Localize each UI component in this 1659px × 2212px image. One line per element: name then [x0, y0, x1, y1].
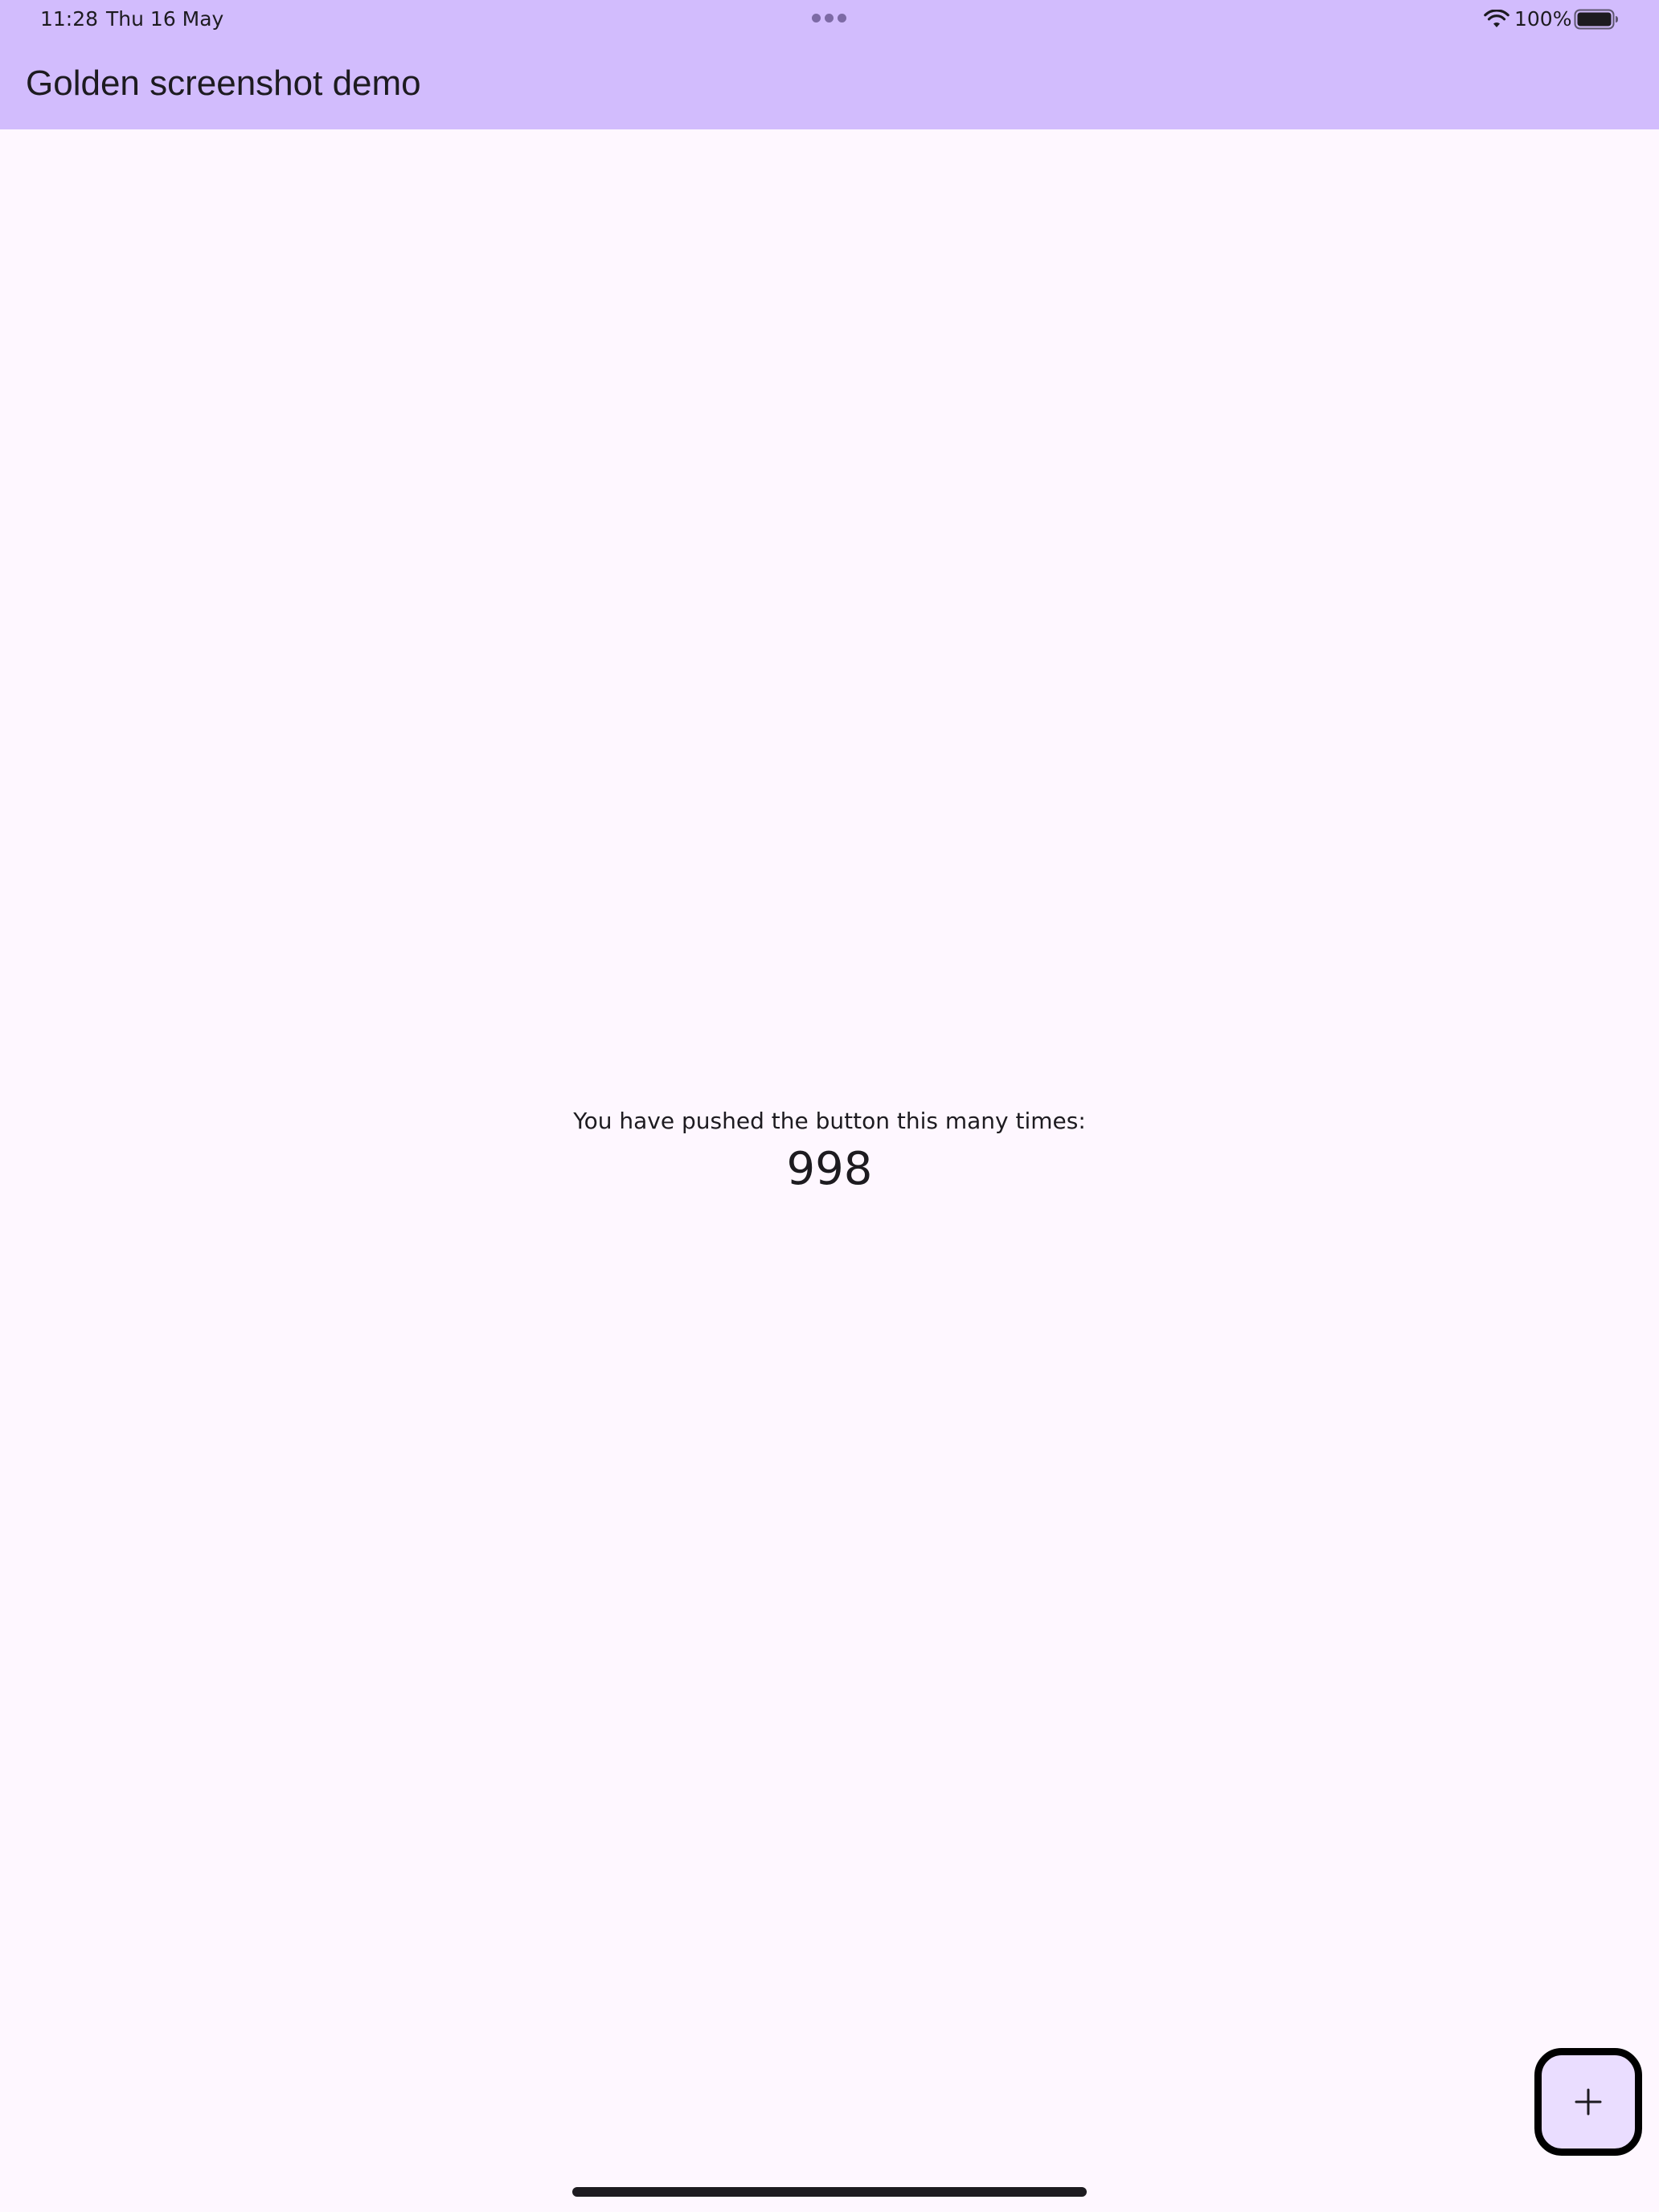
increment-button[interactable] — [1534, 2048, 1642, 2156]
home-indicator[interactable] — [572, 2187, 1087, 2197]
app-bar: 11:28 Thu 16 May 100% Golden screenshot … — [0, 0, 1659, 129]
plus-icon — [1575, 2088, 1602, 2116]
status-time: 11:28 — [40, 7, 99, 31]
counter-label: You have pushed the button this many tim… — [573, 1108, 1086, 1134]
main-content: You have pushed the button this many tim… — [0, 129, 1659, 2212]
page-title: Golden screenshot demo — [26, 63, 421, 103]
status-bar: 11:28 Thu 16 May 100% — [0, 0, 1659, 39]
battery-percentage: 100% — [1514, 7, 1572, 31]
counter-value: 998 — [786, 1143, 873, 1195]
status-date: Thu 16 May — [106, 7, 224, 31]
wifi-icon — [1484, 9, 1509, 29]
multitask-dots-icon[interactable] — [810, 14, 849, 23]
battery-icon — [1574, 9, 1619, 30]
